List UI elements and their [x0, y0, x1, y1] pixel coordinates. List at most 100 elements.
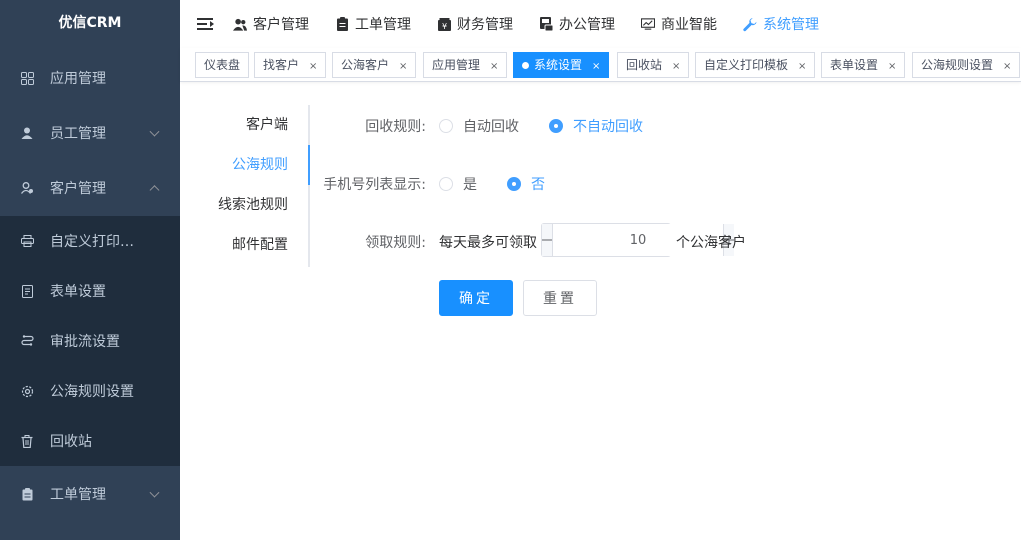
chevron-down-icon	[149, 487, 160, 498]
tag-dashboard[interactable]: 仪表盘	[195, 52, 250, 78]
submenu-item-label: 公海规则设置	[50, 384, 134, 400]
sidebar-item-label: 员工管理	[50, 126, 106, 142]
tag-sea-customers[interactable]: 公海客户 ×	[332, 52, 417, 78]
tab-sea-rules[interactable]: 公海规则	[232, 145, 288, 185]
sidebar-item-label: 客户管理	[50, 181, 106, 197]
reset-button[interactable]: 重置	[523, 280, 597, 316]
chevron-up-icon	[149, 185, 160, 196]
nav-item-finance[interactable]: ¥ 财务管理	[437, 14, 513, 34]
confirm-button[interactable]: 确定	[439, 280, 513, 316]
submenu-item-approval-flow[interactable]: 审批流设置	[0, 316, 180, 366]
tag-label: 应用管理	[432, 58, 481, 72]
svg-text:¥: ¥	[441, 22, 446, 31]
decrease-button[interactable]	[542, 224, 553, 256]
grid-icon	[20, 71, 34, 85]
tags-view: 仪表盘 找客户 × 公海客户 × 应用管理 × 系统设置 × 回收站 × 自定义打印模板 ×…	[180, 48, 1021, 82]
tag-label: 自定义打印模板	[704, 58, 789, 72]
nav-item-office[interactable]: 办公管理	[539, 14, 615, 34]
tag-label: 回收站	[626, 58, 663, 72]
finance-icon: ¥	[437, 17, 451, 31]
tag-form-settings[interactable]: 表单设置 ×	[821, 52, 906, 78]
customer-icon	[20, 181, 34, 195]
nav-item-label: 财务管理	[457, 17, 513, 33]
submenu-item-sea-rules[interactable]: 公海规则设置	[0, 366, 180, 416]
claim-quantity-stepper	[541, 223, 734, 257]
tag-label: 系统设置	[534, 58, 583, 72]
tab-lead-pool-rules[interactable]: 线索池规则	[218, 185, 288, 225]
radio-circle	[439, 119, 453, 133]
radio-label: 是	[463, 177, 477, 193]
tag-label: 公海客户	[341, 58, 390, 72]
tag-system-settings[interactable]: 系统设置 ×	[513, 52, 610, 78]
radio-circle	[507, 177, 521, 191]
tag-sea-rules[interactable]: 公海规则设置 ×	[912, 52, 1021, 78]
close-icon[interactable]: ×	[399, 61, 407, 72]
tag-print-template[interactable]: 自定义打印模板 ×	[695, 52, 816, 78]
active-tab-indicator	[308, 145, 310, 185]
nav-item-label: 工单管理	[355, 17, 411, 33]
close-icon[interactable]: ×	[672, 61, 680, 72]
nav-item-bi[interactable]: 商业智能	[641, 14, 717, 34]
active-dot-icon	[522, 62, 529, 69]
close-icon[interactable]: ×	[798, 61, 806, 72]
claim-rule-label: 领取规则:	[365, 235, 426, 251]
tag-find-customer[interactable]: 找客户 ×	[254, 52, 327, 78]
recycle-rule-label: 回收规则:	[365, 119, 426, 135]
sidebar-item-staff[interactable]: 员工管理	[0, 105, 180, 161]
submenu-item-form-settings[interactable]: 表单设置	[0, 266, 180, 316]
nav-item-tickets[interactable]: 工单管理	[335, 14, 411, 34]
submenu-item-print-template[interactable]: 自定义打印模板	[0, 216, 180, 266]
close-icon[interactable]: ×	[490, 61, 498, 72]
submenu-item-label: 表单设置	[50, 284, 106, 300]
sidebar-item-apps[interactable]: 应用管理	[0, 50, 180, 106]
menu-toggle-icon[interactable]	[197, 17, 215, 31]
printer-icon	[20, 234, 34, 248]
nav-item-label: 系统管理	[763, 17, 819, 33]
chevron-down-icon	[149, 126, 160, 137]
submenu-item-label: 自定义打印模板	[50, 234, 136, 250]
submenu-item-label: 审批流设置	[50, 334, 120, 350]
users-icon	[233, 17, 247, 31]
tab-email-config[interactable]: 邮件配置	[232, 225, 288, 265]
radio-label: 否	[531, 177, 545, 193]
submenu-item-label: 回收站	[50, 434, 92, 450]
tag-label: 仪表盘	[204, 58, 241, 72]
tab-client[interactable]: 客户端	[246, 105, 288, 145]
claim-suffix-text: 个公海客户	[676, 235, 746, 251]
sidebar-item-label: 应用管理	[50, 71, 106, 87]
customer-submenu: 自定义打印模板 表单设置 审批流设置 公海规则设置 回收站	[0, 216, 180, 466]
settings-tabs: 客户端 公海规则 线索池规则 邮件配置	[180, 105, 310, 267]
clipboard-icon	[335, 17, 349, 31]
radio-phone-no[interactable]: 否	[507, 174, 545, 194]
claim-prefix-text: 每天最多可领取	[439, 235, 537, 251]
clipboard-icon	[20, 487, 34, 501]
trash-icon	[20, 434, 34, 448]
form-icon	[20, 284, 34, 298]
sidebar-item-tickets[interactable]: 工单管理	[0, 466, 180, 522]
tag-label: 公海规则设置	[921, 58, 994, 72]
top-navbar: 客户管理 工单管理 ¥ 财务管理 办公管理 商业智能 系统管理	[180, 0, 1021, 48]
sidebar: 优信CRM 应用管理 员工管理 客户管理 自定义打印模板	[0, 0, 180, 540]
app-logo: 优信CRM	[58, 15, 122, 31]
radio-phone-yes[interactable]: 是	[439, 174, 477, 194]
tag-apps[interactable]: 应用管理 ×	[423, 52, 508, 78]
tag-label: 找客户	[263, 58, 300, 72]
nav-item-customers[interactable]: 客户管理	[233, 14, 309, 34]
close-icon[interactable]: ×	[309, 61, 317, 72]
user-icon	[20, 126, 34, 140]
sidebar-item-label: 工单管理	[50, 487, 106, 503]
nav-item-label: 商业智能	[661, 17, 717, 33]
flow-icon	[20, 334, 34, 348]
radio-no-auto-recycle[interactable]: 不自动回收	[549, 116, 643, 136]
radio-circle	[549, 119, 563, 133]
sidebar-item-customers[interactable]: 客户管理	[0, 160, 180, 216]
close-icon[interactable]: ×	[592, 61, 600, 72]
close-icon[interactable]: ×	[888, 61, 896, 72]
close-icon[interactable]: ×	[1003, 61, 1011, 72]
nav-item-system[interactable]: 系统管理	[743, 14, 819, 34]
tag-recycle-bin[interactable]: 回收站 ×	[617, 52, 690, 78]
radio-auto-recycle[interactable]: 自动回收	[439, 116, 519, 136]
submenu-item-recycle-bin[interactable]: 回收站	[0, 416, 180, 466]
radio-circle	[439, 177, 453, 191]
radio-label: 不自动回收	[573, 119, 643, 135]
